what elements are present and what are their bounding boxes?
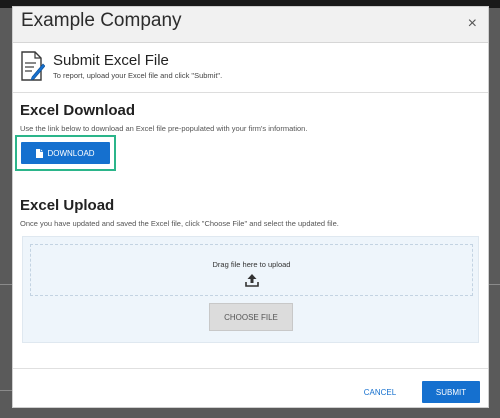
background-divider: [0, 284, 12, 285]
footer-divider: [13, 368, 488, 369]
company-title: Example Company: [21, 10, 182, 31]
section-divider: [13, 92, 488, 93]
drop-zone-text: Drag file here to upload: [212, 260, 291, 269]
document-icon: [36, 148, 44, 158]
file-edit-icon: [21, 51, 45, 81]
upload-section-description: Once you have updated and saved the Exce…: [20, 219, 339, 228]
choose-file-button[interactable]: CHOOSE FILE: [209, 303, 293, 331]
close-icon[interactable]: ×: [468, 15, 477, 33]
page-title: Submit Excel File: [53, 52, 169, 69]
background-divider: [489, 284, 500, 285]
upload-section-title: Excel Upload: [20, 197, 115, 214]
download-highlight-frame: DOWNLOAD: [15, 135, 116, 171]
intro-block: Submit Excel File To report, upload your…: [20, 51, 480, 91]
background-divider: [0, 390, 12, 391]
submit-button[interactable]: SUBMIT: [422, 381, 480, 403]
page-subtitle: To report, upload your Excel file and cl…: [53, 71, 223, 80]
download-section-description: Use the link below to download an Excel …: [20, 124, 308, 133]
download-section-title: Excel Download: [20, 102, 136, 119]
upload-icon: [245, 274, 259, 287]
cancel-button[interactable]: CANCEL: [348, 383, 412, 401]
file-drop-zone[interactable]: Drag file here to upload: [30, 244, 473, 296]
modal-header: Example Company ×: [13, 7, 488, 43]
download-button[interactable]: DOWNLOAD: [21, 142, 110, 164]
submit-excel-modal: Example Company × Submit Excel File To r…: [12, 6, 489, 408]
upload-area: Drag file here to upload CHOOSE FILE: [22, 236, 479, 343]
download-button-label: DOWNLOAD: [47, 148, 95, 158]
